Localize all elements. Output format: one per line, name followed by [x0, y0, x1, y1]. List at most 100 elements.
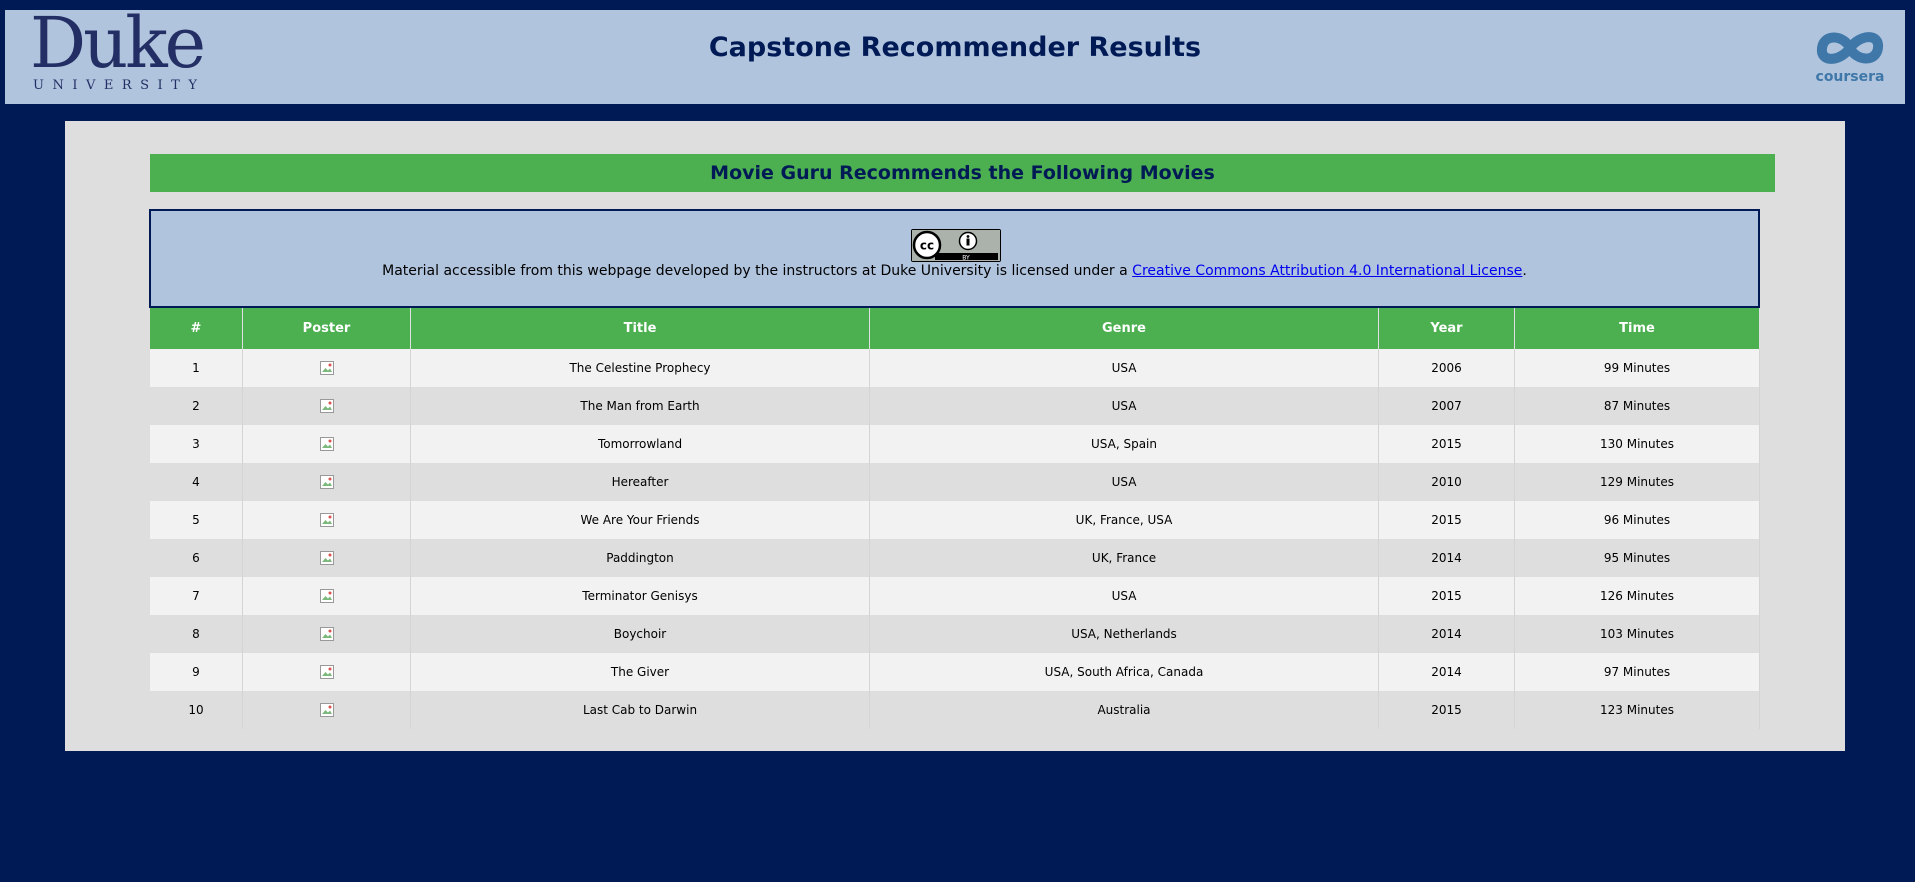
movie-year: 2006: [1378, 349, 1515, 387]
movie-time: 103 Minutes: [1514, 615, 1760, 653]
main-content: Movie Guru Recommends the Following Movi…: [65, 121, 1845, 751]
movie-year: 2010: [1378, 463, 1515, 501]
movie-genre: USA, South Africa, Canada: [869, 653, 1379, 691]
broken-image-icon[interactable]: [319, 664, 335, 680]
poster-cell: [242, 691, 411, 729]
movie-year: 2015: [1378, 501, 1515, 539]
movie-year: 2014: [1378, 653, 1515, 691]
movie-genre: USA: [869, 349, 1379, 387]
broken-image-icon[interactable]: [319, 474, 335, 490]
poster-cell: [242, 425, 411, 463]
movie-time: 97 Minutes: [1514, 653, 1760, 691]
table-row: 9 The Giver USA, South Africa, Canada 20…: [150, 653, 1760, 691]
poster-cell: [242, 653, 411, 691]
broken-image-icon[interactable]: [319, 626, 335, 642]
column-header-year: Year: [1378, 308, 1515, 349]
broken-image-icon[interactable]: [319, 360, 335, 376]
movie-time: 130 Minutes: [1514, 425, 1760, 463]
broken-image-icon[interactable]: [319, 550, 335, 566]
table-header-row: # Poster Title Genre Year Time: [150, 308, 1760, 349]
row-number: 8: [150, 615, 243, 653]
movie-genre: USA, Netherlands: [869, 615, 1379, 653]
broken-image-icon[interactable]: [319, 436, 335, 452]
page-title: Capstone Recommender Results: [708, 32, 1202, 63]
movie-time: 123 Minutes: [1514, 691, 1760, 729]
cc-by-icon: BY cc: [912, 230, 1000, 261]
table-row: 8 Boychoir USA, Netherlands 2014 103 Min…: [150, 615, 1760, 653]
recommendations-table: # Poster Title Genre Year Time 1 The Cel…: [150, 308, 1760, 729]
movie-genre: USA, Spain: [869, 425, 1379, 463]
duke-university-subtext: UNIVERSITY: [33, 78, 206, 93]
movie-title: Terminator Genisys: [410, 577, 870, 615]
movie-year: 2015: [1378, 691, 1515, 729]
row-number: 9: [150, 653, 243, 691]
broken-image-icon[interactable]: [319, 398, 335, 414]
table-row: 1 The Celestine Prophecy USA 2006 99 Min…: [150, 349, 1760, 387]
poster-cell: [242, 463, 411, 501]
row-number: 3: [150, 425, 243, 463]
movie-time: 95 Minutes: [1514, 539, 1760, 577]
poster-cell: [242, 501, 411, 539]
movie-year: 2015: [1378, 577, 1515, 615]
movie-time: 96 Minutes: [1514, 501, 1760, 539]
column-header-poster: Poster: [242, 308, 411, 349]
broken-image-icon[interactable]: [319, 512, 335, 528]
table-row: 4 Hereafter USA 2010 129 Minutes: [150, 463, 1760, 501]
column-header-number: #: [150, 308, 243, 349]
movie-title: Tomorrowland: [410, 425, 870, 463]
cc-license-link[interactable]: Creative Commons Attribution 4.0 Interna…: [1132, 263, 1522, 279]
movie-title: Paddington: [410, 539, 870, 577]
license-notice: BY cc Material accessible from this webp…: [149, 209, 1760, 308]
column-header-time: Time: [1514, 308, 1760, 349]
poster-cell: [242, 349, 411, 387]
movie-year: 2014: [1378, 539, 1515, 577]
table-row: 6 Paddington UK, France 2014 95 Minutes: [150, 539, 1760, 577]
row-number: 1: [150, 349, 243, 387]
svg-text:BY: BY: [962, 255, 970, 262]
broken-image-icon[interactable]: [319, 588, 335, 604]
cc-by-license-badge[interactable]: BY cc: [911, 229, 1001, 262]
movie-genre: USA: [869, 387, 1379, 425]
page-header: Duke UNIVERSITY Capstone Recommender Res…: [5, 8, 1905, 104]
movie-title: The Giver: [410, 653, 870, 691]
svg-text:cc: cc: [920, 239, 934, 253]
poster-cell: [242, 387, 411, 425]
license-text: Material accessible from this webpage de…: [151, 263, 1758, 279]
table-row: 5 We Are Your Friends UK, France, USA 20…: [150, 501, 1760, 539]
recommendations-banner: Movie Guru Recommends the Following Movi…: [150, 154, 1775, 192]
license-text-prefix: Material accessible from this webpage de…: [382, 263, 1133, 279]
row-number: 7: [150, 577, 243, 615]
movie-time: 129 Minutes: [1514, 463, 1760, 501]
movie-time: 87 Minutes: [1514, 387, 1760, 425]
movie-title: The Celestine Prophecy: [410, 349, 870, 387]
row-number: 4: [150, 463, 243, 501]
table-row: 7 Terminator Genisys USA 2015 126 Minute…: [150, 577, 1760, 615]
movie-title: Last Cab to Darwin: [410, 691, 870, 729]
broken-image-icon[interactable]: [319, 702, 335, 718]
movie-title: Boychoir: [410, 615, 870, 653]
movie-genre: USA: [869, 463, 1379, 501]
poster-cell: [242, 615, 411, 653]
column-header-title: Title: [410, 308, 870, 349]
coursera-icon: [1816, 32, 1884, 64]
movie-genre: UK, France: [869, 539, 1379, 577]
table-row: 3 Tomorrowland USA, Spain 2015 130 Minut…: [150, 425, 1760, 463]
row-number: 5: [150, 501, 243, 539]
movie-genre: USA: [869, 577, 1379, 615]
table-row: 10 Last Cab to Darwin Australia 2015 123…: [150, 691, 1760, 729]
column-header-genre: Genre: [869, 308, 1379, 349]
row-number: 10: [150, 691, 243, 729]
movie-time: 99 Minutes: [1514, 349, 1760, 387]
movie-year: 2014: [1378, 615, 1515, 653]
movie-genre: UK, France, USA: [869, 501, 1379, 539]
poster-cell: [242, 539, 411, 577]
movie-year: 2015: [1378, 425, 1515, 463]
movie-time: 126 Minutes: [1514, 577, 1760, 615]
poster-cell: [242, 577, 411, 615]
movie-title: Hereafter: [410, 463, 870, 501]
license-text-suffix: .: [1522, 263, 1527, 279]
row-number: 6: [150, 539, 243, 577]
coursera-logo: coursera: [1805, 26, 1895, 96]
movie-genre: Australia: [869, 691, 1379, 729]
movie-title: The Man from Earth: [410, 387, 870, 425]
